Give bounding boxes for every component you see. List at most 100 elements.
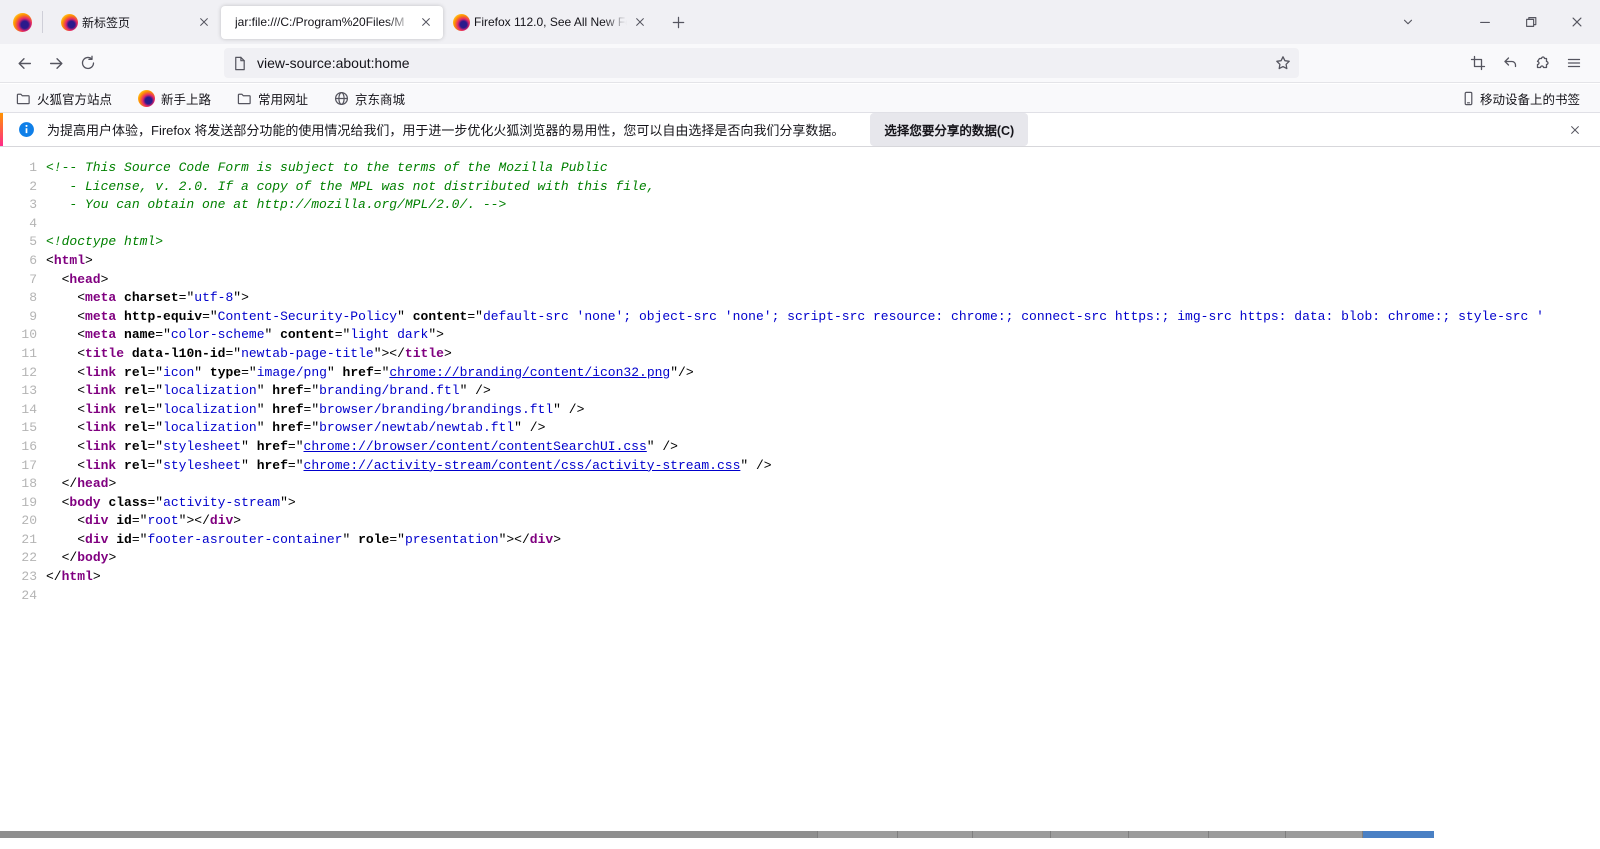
scrollbar-segment-7[interactable] — [1208, 831, 1285, 838]
reload-button[interactable] — [72, 48, 104, 78]
line-number: 14 — [0, 401, 37, 420]
mobile-icon — [1461, 91, 1476, 106]
source-line-24: 24 — [0, 587, 1600, 606]
line-number: 18 — [0, 475, 37, 494]
line-number: 24 — [0, 587, 37, 606]
line-number: 3 — [0, 196, 37, 215]
source-line-2: 2 - License, v. 2.0. If a copy of the MP… — [0, 178, 1600, 197]
bookmark-label: 新手上路 — [161, 89, 211, 108]
folder-icon — [16, 91, 31, 106]
line-number: 4 — [0, 215, 37, 234]
scrollbar-segment-9[interactable] — [1362, 831, 1434, 838]
line-code: <div id="root"></div> — [46, 512, 241, 531]
page-icon — [232, 56, 247, 71]
source-link[interactable]: chrome://browser/content/contentSearchUI… — [304, 439, 647, 454]
screenshot-button[interactable] — [1462, 48, 1494, 78]
source-line-19: 19 <body class="activity-stream"> — [0, 494, 1600, 513]
scrollbar-segment-4[interactable] — [972, 831, 1050, 838]
tab-close-button[interactable] — [195, 13, 213, 31]
scrollbar-segment-8[interactable] — [1285, 831, 1362, 838]
choose-shared-data-button[interactable]: 选择您要分享的数据(C) — [870, 113, 1028, 146]
minimize-button[interactable] — [1462, 0, 1508, 44]
bookmark-mobile-folder[interactable]: 移动设备上的书签 — [1455, 86, 1586, 111]
line-code: <meta charset="utf-8"> — [46, 289, 249, 308]
list-all-tabs-button[interactable] — [1392, 6, 1424, 38]
scrollbar-segment-3[interactable] — [897, 831, 972, 838]
line-code: <link rel="stylesheet" href="chrome://ac… — [46, 457, 772, 476]
tab-close-button[interactable] — [631, 13, 649, 31]
line-number: 12 — [0, 364, 37, 383]
line-code: <!-- This Source Code Form is subject to… — [46, 159, 608, 178]
source-line-20: 20 <div id="root"></div> — [0, 512, 1600, 531]
url-text[interactable]: view-source:about:home — [257, 55, 1275, 71]
scrollbar-segment-5[interactable] — [1050, 831, 1128, 838]
scrollbar-segment-6[interactable] — [1128, 831, 1208, 838]
tab-strip: 新标签页 jar:file:///C:/Program%20Files/M Fire… — [51, 0, 657, 44]
url-bar[interactable]: view-source:about:home — [224, 48, 1299, 78]
line-number: 21 — [0, 531, 37, 550]
line-number: 11 — [0, 345, 37, 364]
tab-title: jar:file:///C:/Program%20Files/M — [235, 15, 413, 29]
source-line-8: 8 <meta charset="utf-8"> — [0, 289, 1600, 308]
globe-icon — [334, 91, 349, 106]
source-line-16: 16 <link rel="stylesheet" href="chrome:/… — [0, 438, 1600, 457]
line-code: <html> — [46, 252, 93, 271]
bookmark-item-4[interactable]: 京东商城 — [328, 86, 411, 111]
app-menu-button[interactable] — [1558, 48, 1590, 78]
bookmark-item-2[interactable]: 新手上路 — [132, 86, 217, 111]
tab-title: Firefox 112.0, See All New Fea — [474, 15, 627, 29]
tab-2[interactable]: jar:file:///C:/Program%20Files/M — [221, 6, 443, 39]
source-line-12: 12 <link rel="icon" type="image/png" hre… — [0, 364, 1600, 383]
source-line-6: 6<html> — [0, 252, 1600, 271]
bookmark-star-icon[interactable] — [1275, 55, 1291, 71]
line-code: </html> — [46, 568, 101, 587]
line-number: 5 — [0, 233, 37, 252]
undo-button[interactable] — [1494, 48, 1526, 78]
source-link[interactable]: chrome://branding/content/icon32.png — [389, 365, 670, 380]
source-link[interactable]: chrome://activity-stream/content/css/act… — [304, 458, 741, 473]
line-number: 2 — [0, 178, 37, 197]
line-number: 16 — [0, 438, 37, 457]
maximize-button[interactable] — [1508, 0, 1554, 44]
tab-close-button[interactable] — [417, 13, 435, 31]
firefox-icon — [138, 90, 155, 107]
tab-favicon-firefox-icon — [453, 14, 470, 31]
navigation-toolbar: view-source:about:home — [0, 44, 1600, 83]
infobar-close-button[interactable] — [1562, 117, 1588, 143]
tab-1[interactable]: 新标签页 — [51, 6, 221, 39]
line-code: <link rel="localization" href="browser/n… — [46, 419, 545, 438]
new-tab-button[interactable] — [663, 7, 693, 37]
horizontal-scrollbar[interactable] — [0, 831, 1434, 838]
line-number: 20 — [0, 512, 37, 531]
bookmark-item-1[interactable]: 火狐官方站点 — [10, 86, 118, 111]
forward-button[interactable] — [40, 48, 72, 78]
extensions-puzzle-button[interactable] — [1526, 48, 1558, 78]
source-line-17: 17 <link rel="stylesheet" href="chrome:/… — [0, 457, 1600, 476]
source-line-22: 22 </body> — [0, 549, 1600, 568]
titlebar-separator — [42, 11, 43, 33]
line-number: 13 — [0, 382, 37, 401]
line-code: <div id="footer-asrouter-container" role… — [46, 531, 561, 550]
notification-infobar: 为提高用户体验，Firefox 将发送部分功能的使用情况给我们，用于进一步优化火… — [0, 112, 1600, 147]
line-number: 19 — [0, 494, 37, 513]
titlebar: 新标签页 jar:file:///C:/Program%20Files/M Fire… — [0, 0, 1600, 44]
scrollbar-segment-1[interactable] — [0, 831, 817, 838]
bookmark-label: 京东商城 — [355, 89, 405, 108]
close-window-button[interactable] — [1554, 0, 1600, 44]
line-number: 7 — [0, 271, 37, 290]
tab-3[interactable]: Firefox 112.0, See All New Fea — [443, 6, 657, 39]
source-line-21: 21 <div id="footer-asrouter-container" r… — [0, 531, 1600, 550]
back-button[interactable] — [8, 48, 40, 78]
view-source-content: 1<!-- This Source Code Form is subject t… — [0, 148, 1600, 831]
source-line-5: 5 <!doctype html> — [0, 233, 1600, 252]
bookmark-item-3[interactable]: 常用网址 — [231, 86, 314, 111]
bookmark-label: 火狐官方站点 — [37, 89, 112, 108]
scrollbar-segment-2[interactable] — [817, 831, 897, 838]
firefox-app-icon — [13, 13, 32, 32]
line-code: <!doctype html> — [46, 233, 163, 252]
line-code: <head> — [46, 271, 108, 290]
line-number: 15 — [0, 419, 37, 438]
line-code: - You can obtain one at http://mozilla.o… — [46, 196, 506, 215]
line-number: 17 — [0, 457, 37, 476]
source-line-18: 18 </head> — [0, 475, 1600, 494]
